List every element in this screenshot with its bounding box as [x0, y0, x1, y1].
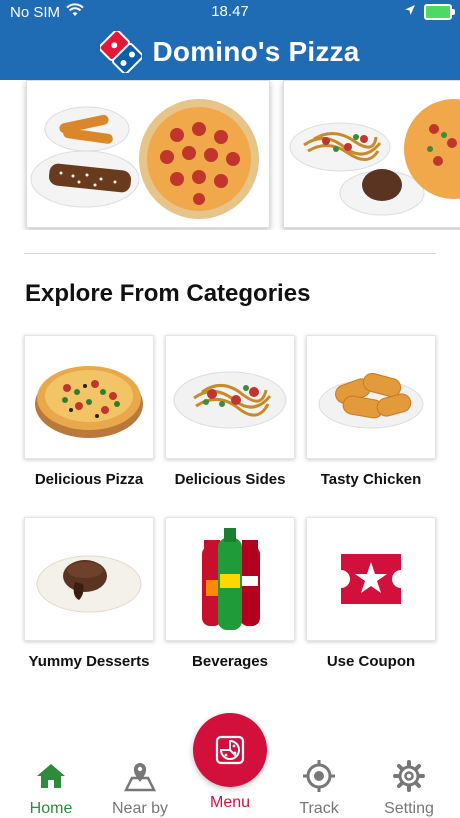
tab-setting-label: Setting [384, 800, 434, 817]
category-use-coupon[interactable]: Use Coupon [306, 517, 436, 670]
brand-title: Domino's Pizza [152, 36, 360, 67]
tab-menu-label[interactable]: Menu [185, 794, 275, 812]
category-label: Delicious Sides [174, 471, 286, 488]
category-image-beverages[interactable] [165, 517, 295, 641]
target-icon [303, 760, 335, 792]
category-delicious-sides[interactable]: Delicious Sides [165, 335, 295, 488]
category-label: Tasty Chicken [320, 471, 422, 488]
section-divider [24, 253, 436, 254]
tab-nearby[interactable]: Near by [95, 758, 185, 818]
clock: 18.47 [211, 3, 249, 20]
category-delicious-pizza[interactable]: Delicious Pizza [24, 335, 154, 488]
category-image-desserts[interactable] [24, 517, 154, 641]
gear-icon [393, 760, 425, 792]
tab-home-label: Home [29, 800, 73, 817]
app-header: Domino's Pizza [0, 24, 460, 80]
battery-icon [424, 3, 455, 20]
category-image-pizza[interactable] [24, 335, 154, 459]
promo-banner-pizza-combo[interactable] [26, 80, 270, 228]
coupon-ticket-icon [341, 554, 401, 604]
tab-nearby-label: Near by [111, 800, 169, 817]
promo-banner-pasta-combo[interactable] [283, 80, 460, 228]
tab-home[interactable]: Home [6, 758, 96, 818]
promo-carousel[interactable] [0, 80, 460, 230]
category-beverages[interactable]: Beverages [165, 517, 295, 670]
status-bar: No SIM 18.47 [0, 0, 460, 24]
dominos-logo-icon [99, 29, 144, 75]
category-image-chicken[interactable] [306, 335, 436, 459]
menu-button[interactable] [193, 713, 267, 787]
category-yummy-desserts[interactable]: Yummy Desserts [24, 517, 154, 670]
map-pin-icon [123, 763, 157, 792]
category-label: Beverages [192, 653, 268, 670]
category-image-coupon[interactable] [306, 517, 436, 641]
pizza-slice-icon [215, 735, 245, 765]
tab-setting[interactable]: Setting [364, 758, 454, 818]
category-tasty-chicken[interactable]: Tasty Chicken [306, 335, 436, 488]
location-arrow-icon [404, 3, 416, 20]
category-image-sides[interactable] [165, 335, 295, 459]
category-label: Delicious Pizza [34, 471, 144, 488]
categories-heading: Explore From Categories [25, 280, 311, 307]
tab-track-label: Track [299, 800, 339, 817]
tab-track[interactable]: Track [274, 758, 364, 818]
category-label: Use Coupon [326, 653, 416, 670]
home-icon [37, 764, 65, 788]
category-label: Yummy Desserts [28, 653, 150, 670]
